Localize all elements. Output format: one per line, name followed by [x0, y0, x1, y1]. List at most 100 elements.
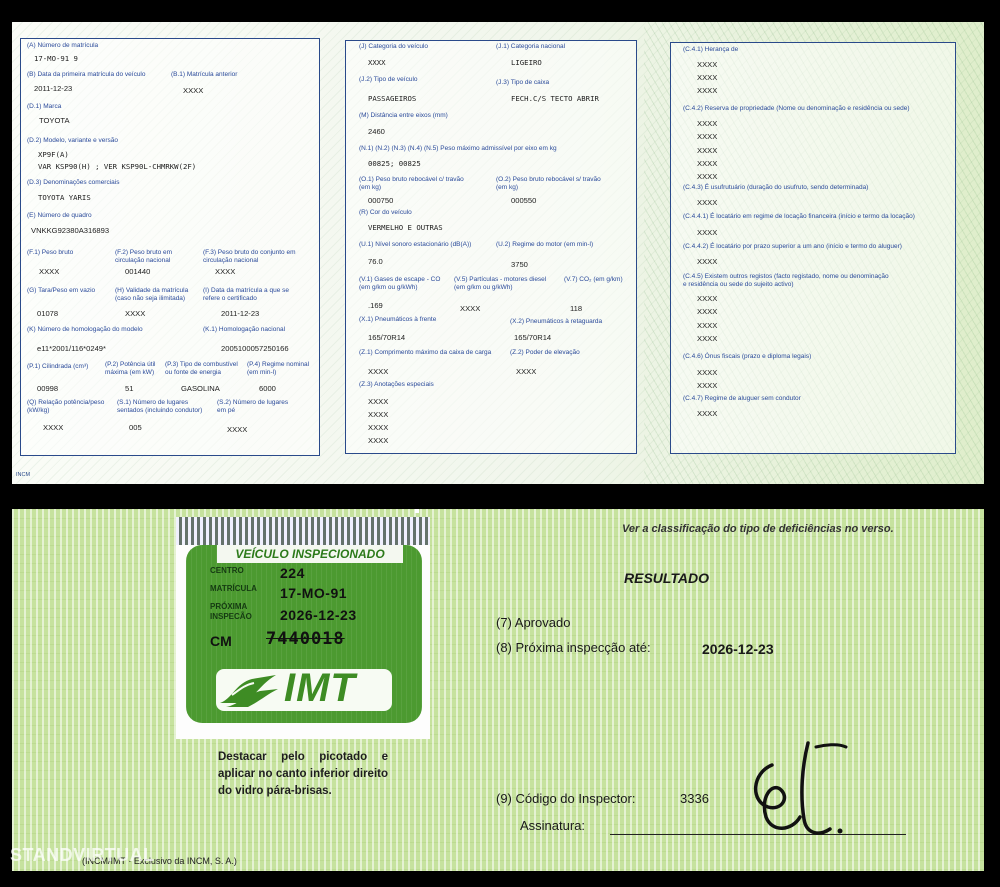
deficiency-note: Ver a classificação do tipo de deficiênc…	[622, 523, 894, 535]
field-label: (B) Data da primeira matrícula do veícul…	[27, 71, 146, 78]
plate-validity: XXXX	[125, 309, 146, 318]
certificate-date: 2011-12-23	[221, 309, 260, 318]
list-item: XXXX	[697, 409, 718, 418]
field-label: (E) Número de quadro	[27, 212, 92, 219]
field-label: (K) Número de homologação do modelo	[27, 326, 143, 333]
first-registration-date: 2011-12-23	[34, 84, 73, 93]
unbraked-trailer: 000550	[511, 196, 537, 205]
list-item: XXXX	[697, 294, 718, 303]
field-label: (P.1) Cilindrada (cm³)	[27, 363, 89, 370]
gross-weight-national: 001440	[125, 267, 151, 276]
field-label: (D.3) Denominações comerciais	[27, 179, 120, 186]
rated-speed: 6000	[259, 384, 276, 393]
wheelbase: 2460	[368, 127, 385, 136]
field-label: (S.1) Número de lugares sentados (inclui…	[117, 399, 203, 414]
noise-level: 76.0	[368, 257, 383, 266]
next-inspection-date: 2026-12-23	[702, 641, 774, 657]
field-label: (Z.2) Poder de elevação	[510, 349, 580, 356]
list-item: XXXX	[697, 381, 718, 390]
field-label: (J) Categoria do veículo	[359, 43, 429, 50]
inspecao-label: INSPECÃO	[210, 612, 252, 621]
inspector-signature	[753, 741, 848, 835]
field-label: (A) Número de matrícula	[27, 42, 99, 49]
imt-logo: IMT	[216, 666, 392, 711]
list-item: XXXX	[697, 60, 718, 69]
inspector-code: 3336	[680, 791, 709, 806]
vehicle-identification-box: (A) Número de matrícula 17-MO-91 9 (B) D…	[20, 38, 320, 456]
result-approved: (7) Aprovado	[496, 615, 571, 630]
incm-logo: INCM	[16, 472, 31, 478]
field-label: (C.4.5) Existem outros registos (facto r…	[683, 273, 889, 280]
field-label: (J.3) Tipo de caixa	[496, 79, 550, 86]
lifting-power: XXXX	[516, 367, 537, 376]
field-label: (X.1) Pneumáticos à frente	[359, 316, 437, 323]
cm-label: CM	[210, 633, 232, 649]
special-note: XXXX	[368, 436, 389, 445]
special-note: XXXX	[368, 410, 389, 419]
model-version: VAR KSP90(H) ; VER KSP90L-CHMRKW(2F)	[38, 162, 197, 171]
national-category: LIGEIRO	[511, 58, 542, 67]
field-label: (U.2) Regime do motor (em min-l)	[496, 241, 594, 248]
field-label: (C.4.4.2) É locatário por prazo superior…	[683, 243, 902, 250]
field-label: (I) Data da matrícula a que se refere o …	[203, 287, 289, 302]
combination-weight: XXXX	[215, 267, 236, 276]
inspector-code-label: (9) Código do Inspector:	[496, 791, 636, 806]
proxima-value: 2026-12-23	[280, 607, 357, 623]
list-item: XXXX	[697, 73, 718, 82]
list-item: XXXX	[697, 228, 718, 237]
displacement: 00998	[37, 384, 59, 393]
power-weight-ratio: XXXX	[43, 423, 64, 432]
field-label: (R) Cor do veículo	[359, 209, 412, 216]
list-item: XXXX	[697, 86, 718, 95]
seats: 005	[129, 423, 142, 432]
next-inspection-label: (8) Próxima inspecção até:	[496, 640, 651, 655]
field-label: (N.1) (N.2) (N.3) (N.4) (N.5) Peso máxim…	[359, 145, 557, 152]
field-label: (C.4.4.1) É locatário em regime de locaç…	[683, 213, 915, 220]
list-item: XXXX	[697, 198, 718, 207]
rear-tyres: 165/70R14	[514, 333, 552, 342]
field-label: (X.2) Pneumáticos à retaguarda	[510, 318, 603, 325]
front-tyres: 165/70R14	[368, 333, 406, 342]
list-item: XXXX	[697, 334, 718, 343]
field-label: e residência ou sede do sujeito activo)	[683, 281, 794, 288]
resultado-heading: RESULTADO	[624, 570, 710, 586]
field-label: (B.1) Matrícula anterior	[171, 71, 238, 78]
signature-label: Assinatura:	[520, 818, 586, 833]
serial-number: 7440018	[266, 629, 345, 649]
vehicle-type: PASSAGEIROS	[368, 94, 417, 103]
proxima-label: PRÓXIMA	[210, 602, 248, 611]
list-item: XXXX	[697, 132, 718, 141]
field-label: (D.2) Modelo, variante e versão	[27, 137, 119, 144]
field-label: (H) Validade da matrícula (caso não seja…	[115, 287, 189, 302]
field-label: (Z.1) Comprimento máximo da caixa de car…	[359, 349, 492, 356]
field-label: (J.2) Tipo de veículo	[359, 76, 418, 83]
vehicle-specs-box: (J) Categoria do veículo (J.1) Categoria…	[345, 40, 637, 454]
sticker-title: VEÍCULO INSPECIONADO	[217, 545, 403, 563]
imt-wave-icon	[220, 675, 278, 707]
watermark: STANDVIRTUAL	[10, 845, 155, 865]
field-label: (M) Distância entre eixos (mm)	[359, 112, 448, 119]
category: XXXX	[368, 58, 386, 67]
standing-places: XXXX	[227, 425, 248, 434]
plate-number: 17-MO-91 9	[34, 54, 78, 63]
make: TOYOTA	[39, 116, 70, 125]
field-label: (V.1) Gases de escape - CO (em g/km ou g…	[359, 276, 441, 291]
commercial-name: TOYOTA YARIS	[38, 193, 91, 202]
field-label: (Z.3) Anotações especiais	[359, 381, 434, 388]
field-label: (F.2) Peso bruto em circulação nacional	[115, 249, 173, 264]
list-item: XXXX	[697, 257, 718, 266]
centro-label: CENTRO	[210, 566, 244, 575]
field-label: (V.7) CO₂ (em g/km)	[564, 276, 623, 283]
matricula-label: MATRÍCULA	[210, 584, 257, 593]
field-label: (Q) Relação potência/peso (kW/kg)	[27, 399, 105, 414]
field-label: (F.3) Peso bruto do conjunto em circulaç…	[203, 249, 296, 264]
field-label: (C.4.2) Reserva de propriedade (Nome ou …	[683, 105, 910, 112]
gross-weight: XXXX	[39, 267, 60, 276]
previous-plate: XXXX	[183, 86, 204, 95]
list-item: XXXX	[697, 321, 718, 330]
field-label: (G) Tara/Peso em vazio	[27, 287, 96, 294]
field-label: (C.4.6) Ónus fiscais (prazo e diploma le…	[683, 353, 812, 360]
field-label: (F.1) Peso bruto	[27, 249, 74, 256]
inspection-certificate: VEÍCULO INSPECIONADO CENTRO 224 MATRÍCUL…	[12, 509, 984, 871]
special-note: XXXX	[368, 397, 389, 406]
